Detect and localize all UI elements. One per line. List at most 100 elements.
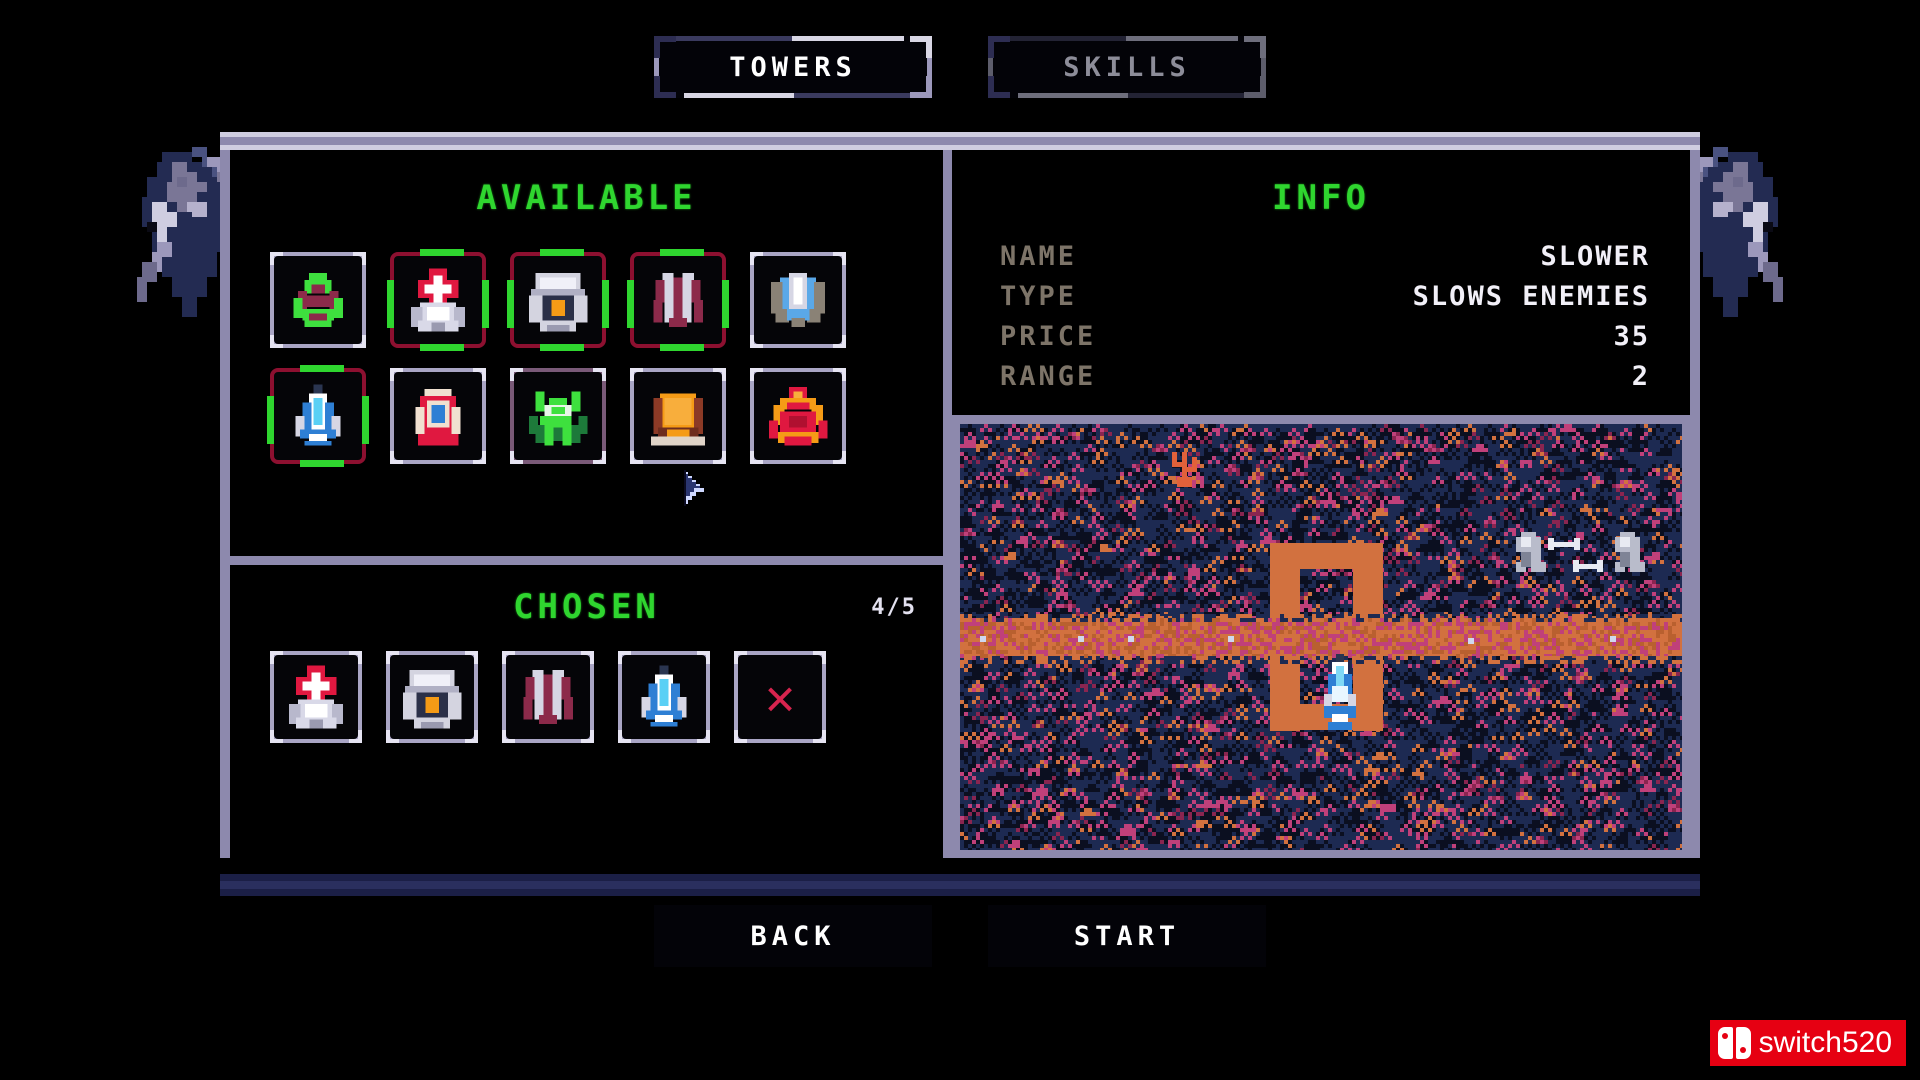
red-capsule-tower-icon [415,389,461,446]
tab-towers[interactable]: TOWERS [654,36,932,98]
info-value-range: 2 [1631,360,1650,392]
chosen-slower-tower-card[interactable] [618,651,710,743]
card-corner [510,368,523,381]
chosen-medic-tower-card[interactable] [270,651,362,743]
orange-bunker-tower-icon [651,393,705,446]
chosen-empty-slot-card[interactable]: ✕ [734,651,826,743]
card-corner [270,651,283,664]
main-window: AVAILABLE CHOSEN 4/5 ✕ INFO NAME SLOWER … [220,132,1700,896]
card-corner [390,451,403,464]
card-corner [386,730,399,743]
green-frog-tower-icon [293,273,343,327]
towers-panel: AVAILABLE CHOSEN 4/5 ✕ [230,150,943,858]
card-corner [734,651,747,664]
chosen-title: CHOSEN [513,587,660,627]
card-corner [465,730,478,743]
info-label-range: RANGE [1000,360,1097,392]
available-orange-bunker-tower-card[interactable] [630,368,726,464]
info-label-price: PRICE [1000,320,1097,352]
slower-tower-icon [295,384,341,446]
map-preview-frame [952,415,1690,858]
selected-accent [482,280,489,328]
selected-accent [420,249,464,256]
available-green-mantis-tower-card[interactable] [510,368,606,464]
available-crimson-claw-tower-card[interactable] [627,249,729,351]
bottom-button-bar: BACK START [0,905,1920,967]
selected-accent [660,249,704,256]
card-corner [593,451,606,464]
card-corner [833,335,846,348]
info-value-name: SLOWER [1540,240,1650,272]
slower-tower-icon [641,665,687,727]
card-corner [813,651,826,664]
window-center-divider [943,150,952,858]
selected-accent [300,460,344,467]
available-heavy-tower-card[interactable] [507,249,609,351]
card-corner [630,368,643,381]
selected-accent [540,344,584,351]
empty-slot-x-icon: ✕ [764,668,796,726]
available-medic-tower-card[interactable] [387,249,489,351]
watermark-text: switch520 [1758,1026,1892,1059]
back-button-label: BACK [750,920,836,952]
mouse-cursor [684,470,704,506]
window-left-border [220,150,230,858]
card-corner [502,730,515,743]
window-bottom-bar [220,874,1700,896]
info-value-price: 35 [1613,320,1650,352]
available-green-frog-tower-card[interactable] [270,252,366,348]
info-label-name: NAME [1000,240,1078,272]
back-button[interactable]: BACK [654,905,932,967]
watermark: switch520 [1709,1020,1906,1066]
available-title: AVAILABLE [476,178,697,218]
crimson-claw-tower-icon [523,670,573,724]
chosen-heavy-tower-card[interactable] [386,651,478,743]
tab-skills[interactable]: SKILLS [988,36,1266,98]
card-corner [618,730,631,743]
selected-accent [627,280,634,328]
card-corner [833,252,846,265]
shield-tower-icon [771,273,825,327]
chosen-panel: CHOSEN 4/5 ✕ [230,565,943,858]
card-corner [349,730,362,743]
map-canvas [960,424,1682,850]
info-row-price: PRICE 35 [1000,316,1650,356]
tab-skills-label: SKILLS [1063,51,1191,83]
card-corner [697,730,710,743]
chosen-count: 4/5 [871,595,917,620]
available-red-crab-tower-card[interactable] [750,368,846,464]
info-row-range: RANGE 2 [1000,356,1650,396]
card-corner [349,651,362,664]
card-corner [833,451,846,464]
available-red-capsule-tower-card[interactable] [390,368,486,464]
medic-tower-icon [289,665,343,729]
map-preview [960,424,1682,850]
card-corner [750,252,763,265]
switch-logo-icon [1717,1027,1751,1059]
card-corner [270,252,283,265]
card-corner [502,651,515,664]
available-slower-tower-card[interactable] [267,365,369,467]
top-tab-bar: TOWERS SKILLS [0,36,1920,98]
info-label-type: TYPE [1000,280,1078,312]
card-corner [270,730,283,743]
game-screen: TOWERS SKILLS AVAILABLE CHOSEN 4/5 ✕ INF… [0,0,1920,1080]
chosen-crimson-claw-tower-card[interactable] [502,651,594,743]
card-corner [386,651,399,664]
selected-accent [300,365,344,372]
card-corner [473,451,486,464]
selected-accent [362,396,369,444]
green-mantis-tower-icon [528,391,588,446]
card-corner [390,368,403,381]
window-top-bar [220,132,1700,150]
medic-tower-icon [411,268,465,332]
selected-accent [507,280,514,328]
card-corner [618,651,631,664]
start-button[interactable]: START [988,905,1266,967]
available-tower-grid [267,249,910,467]
selected-accent [602,280,609,328]
tab-towers-label: TOWERS [729,51,857,83]
card-corner [510,451,523,464]
info-title: INFO [1272,178,1370,218]
available-shield-tower-card[interactable] [750,252,846,348]
